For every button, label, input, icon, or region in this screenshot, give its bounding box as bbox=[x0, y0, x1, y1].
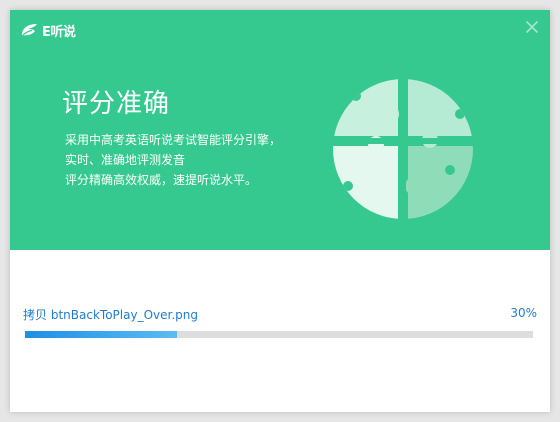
progress-file-name: btnBackToPlay_Over.png bbox=[50, 308, 198, 322]
progress-action: 拷贝 bbox=[23, 308, 48, 322]
installer-window: E听说 评分准确 采用中高考英语听说考试智能评分引擎， 实时、准确地评测发音 评… bbox=[10, 10, 550, 412]
close-icon bbox=[526, 21, 538, 33]
progress-fill bbox=[25, 331, 178, 338]
description-line: 采用中高考英语听说考试智能评分引擎， bbox=[65, 133, 282, 147]
progress-track bbox=[25, 331, 533, 338]
feature-headline: 评分准确 bbox=[62, 89, 171, 119]
puzzle-illustration bbox=[333, 79, 473, 219]
progress-status: 拷贝 btnBackToPlay_Over.png bbox=[23, 306, 198, 323]
leaf-logo-icon bbox=[22, 24, 37, 36]
feature-banner: E听说 评分准确 采用中高考英语听说考试智能评分引擎， 实时、准确地评测发音 评… bbox=[10, 10, 550, 250]
description-line: 评分精确高效权威，速提听说水平。 bbox=[65, 173, 258, 187]
progress-area: 拷贝 btnBackToPlay_Over.png 30% bbox=[10, 250, 550, 412]
feature-description: 采用中高考英语听说考试智能评分引擎， 实时、准确地评测发音 评分精确高效权威，速… bbox=[65, 130, 281, 190]
description-line: 实时、准确地评测发音 bbox=[65, 153, 186, 167]
progress-percent: 30% bbox=[510, 306, 537, 320]
close-button[interactable] bbox=[526, 21, 538, 33]
app-logo: E听说 bbox=[20, 22, 76, 40]
app-logo-text: E听说 bbox=[42, 24, 76, 40]
